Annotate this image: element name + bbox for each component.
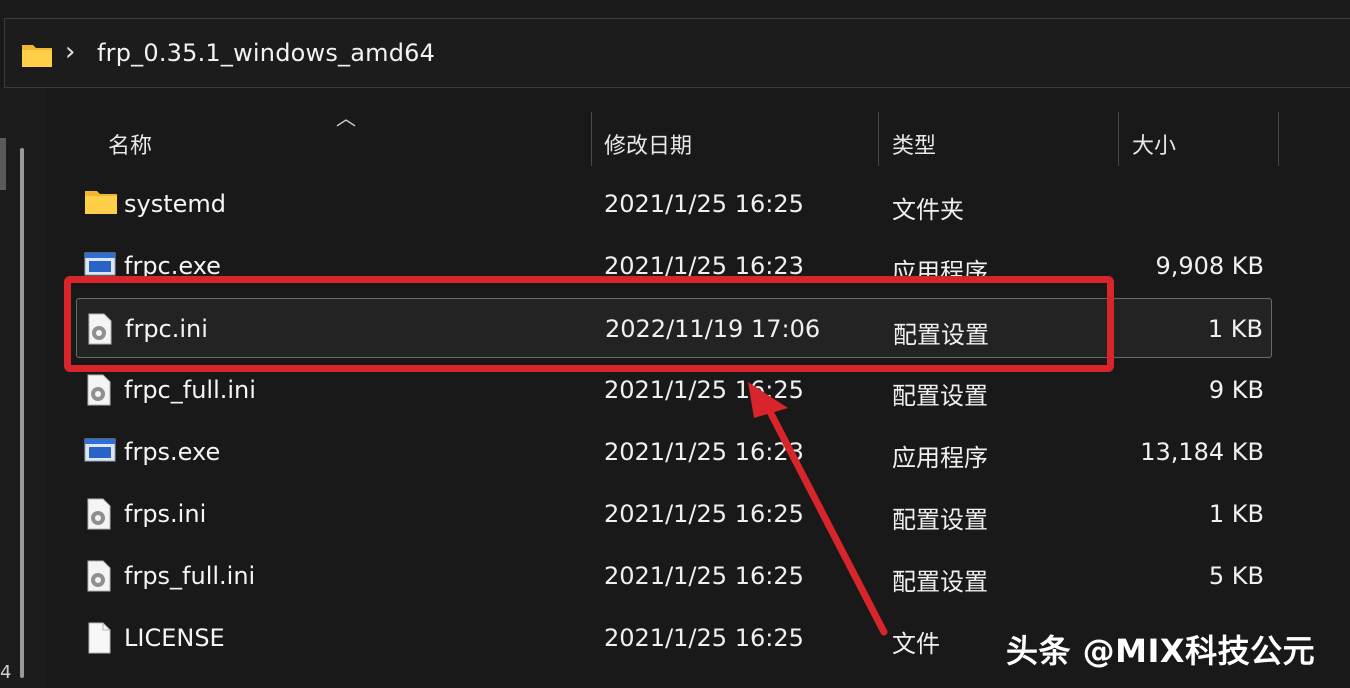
column-type-header[interactable]: 类型 bbox=[892, 128, 936, 160]
file-type: 配置设置 bbox=[892, 506, 988, 534]
config-file-icon bbox=[85, 313, 115, 345]
column-header: ︿ 名称 修改日期 类型 大小 bbox=[46, 100, 1296, 170]
file-size: 1 KB bbox=[1208, 500, 1264, 528]
file-name: frps.exe bbox=[124, 438, 221, 466]
file-name: frpc_full.ini bbox=[124, 376, 256, 404]
navigation-pane[interactable]: 4 bbox=[0, 88, 46, 688]
file-row[interactable]: systemd 2021/1/25 16:25 文件夹 bbox=[76, 174, 1272, 234]
file-row[interactable]: frpc.exe 2021/1/25 16:23 应用程序 9,908 KB bbox=[76, 236, 1272, 296]
nav-selected-indicator bbox=[0, 138, 6, 190]
file-name: frps_full.ini bbox=[124, 562, 256, 590]
sort-ascending-icon: ︿ bbox=[336, 106, 356, 130]
file-size: 5 KB bbox=[1208, 562, 1264, 590]
column-date-header[interactable]: 修改日期 bbox=[604, 128, 692, 160]
config-file-icon bbox=[84, 498, 114, 530]
config-file-icon bbox=[84, 560, 114, 592]
file-type: 配置设置 bbox=[893, 321, 989, 349]
file-date: 2021/1/25 16:25 bbox=[604, 624, 804, 652]
file-type: 文件 bbox=[892, 630, 940, 658]
column-divider[interactable] bbox=[1118, 112, 1119, 166]
file-icon bbox=[84, 622, 114, 654]
nav-scrollbar[interactable] bbox=[20, 148, 24, 678]
exe-icon bbox=[84, 436, 116, 468]
file-date: 2022/11/19 17:06 bbox=[605, 315, 821, 343]
address-bar[interactable]: › frp_0.35.1_windows_amd64 bbox=[4, 18, 1350, 88]
file-name: frps.ini bbox=[124, 500, 207, 528]
file-date: 2021/1/25 16:23 bbox=[604, 438, 804, 466]
file-date: 2021/1/25 16:23 bbox=[604, 252, 804, 280]
column-divider[interactable] bbox=[1278, 112, 1279, 166]
column-divider[interactable] bbox=[591, 112, 592, 166]
nav-item-fragment: 4 bbox=[0, 662, 12, 683]
config-file-icon bbox=[84, 374, 114, 406]
file-date: 2021/1/25 16:25 bbox=[604, 376, 804, 404]
breadcrumb-path[interactable]: frp_0.35.1_windows_amd64 bbox=[97, 39, 435, 67]
title-strip bbox=[0, 0, 1350, 20]
file-size: 9 KB bbox=[1208, 376, 1264, 404]
file-type: 配置设置 bbox=[892, 382, 988, 410]
folder-icon bbox=[84, 188, 117, 220]
file-date: 2021/1/25 16:25 bbox=[604, 500, 804, 528]
file-row[interactable]: frpc_full.ini 2021/1/25 16:25 配置设置 9 KB bbox=[76, 360, 1272, 420]
file-name: frpc.exe bbox=[124, 252, 221, 280]
file-name: frpc.ini bbox=[125, 315, 208, 343]
column-divider[interactable] bbox=[878, 112, 879, 166]
file-type: 应用程序 bbox=[892, 444, 988, 472]
file-row[interactable]: frps_full.ini 2021/1/25 16:25 配置设置 5 KB bbox=[76, 546, 1272, 606]
file-row[interactable]: frps.ini 2021/1/25 16:25 配置设置 1 KB bbox=[76, 484, 1272, 544]
file-row[interactable]: frps.exe 2021/1/25 16:23 应用程序 13,184 KB bbox=[76, 422, 1272, 482]
file-name: systemd bbox=[124, 190, 226, 218]
file-date: 2021/1/25 16:25 bbox=[604, 190, 804, 218]
file-type: 配置设置 bbox=[892, 568, 988, 596]
watermark-text: 头条 @MIX科技公元 bbox=[1006, 632, 1316, 670]
column-name-header[interactable]: 名称 bbox=[108, 128, 152, 160]
file-size: 1 KB bbox=[1207, 315, 1263, 343]
file-size: 9,908 KB bbox=[1155, 252, 1264, 280]
folder-icon bbox=[21, 41, 53, 73]
column-size-header[interactable]: 大小 bbox=[1132, 128, 1176, 160]
exe-icon bbox=[84, 250, 116, 282]
file-row-selected[interactable]: frpc.ini 2022/11/19 17:06 配置设置 1 KB bbox=[76, 298, 1272, 358]
file-date: 2021/1/25 16:25 bbox=[604, 562, 804, 590]
file-size: 13,184 KB bbox=[1140, 438, 1264, 466]
file-type: 应用程序 bbox=[892, 258, 988, 286]
file-type: 文件夹 bbox=[892, 196, 964, 224]
breadcrumb-chevron-icon[interactable]: › bbox=[65, 37, 75, 67]
file-name: LICENSE bbox=[124, 624, 225, 652]
